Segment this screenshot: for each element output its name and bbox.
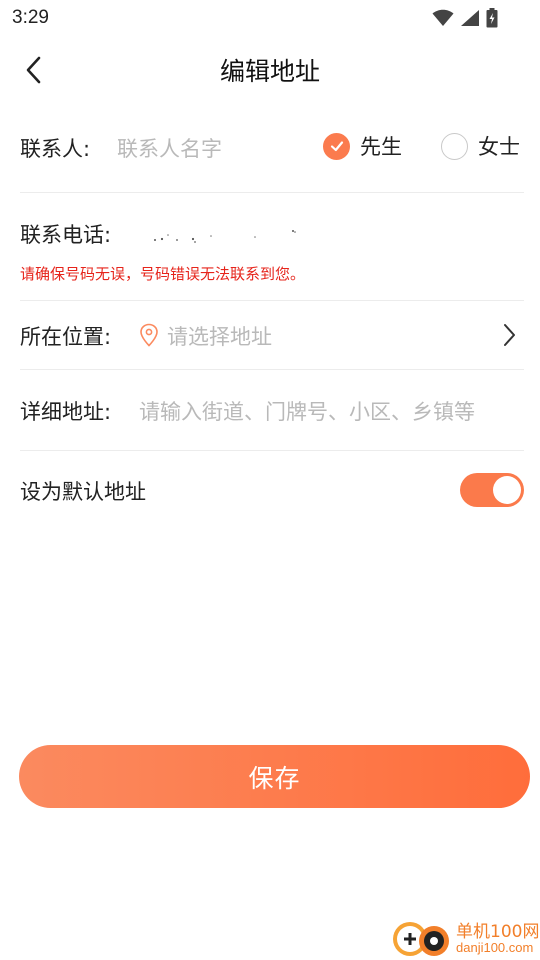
watermark-name: 单机100网 [456, 922, 540, 942]
battery-icon [486, 8, 498, 28]
phone-row: 联系电话: 请确保号码无误，号码错误无法联系到您。 [20, 205, 524, 300]
detail-address-input[interactable]: 请输入街道、门牌号、小区、乡镇等 [139, 396, 475, 426]
status-icons [432, 8, 498, 28]
signal-icon [461, 10, 479, 26]
detail-address-label: 详细地址: [20, 400, 112, 424]
detail-address-row: 详细地址: 请输入街道、门牌号、小区、乡镇等 [20, 370, 524, 450]
contact-name-input[interactable]: 联系人名字 [117, 133, 222, 163]
toggle-knob [493, 476, 521, 504]
default-address-toggle[interactable] [460, 473, 524, 507]
location-pin-icon [140, 323, 158, 347]
app-header: 编辑地址 [0, 38, 540, 100]
status-bar: 3:29 [0, 0, 540, 38]
location-select[interactable]: 请选择地址 [167, 321, 272, 351]
watermark-logo-icon [393, 922, 449, 956]
save-button[interactable]: 保存 [19, 745, 530, 808]
gender-option-female[interactable]: 女士 [441, 131, 520, 161]
page-title: 编辑地址 [219, 57, 320, 86]
gender-female-label: 女士 [478, 135, 520, 159]
phone-warning-text: 请确保号码无误，号码错误无法联系到您。 [20, 265, 306, 283]
contact-row: 联系人: 联系人名字 先生 女士 [20, 115, 524, 177]
radio-checked-icon [323, 132, 350, 160]
status-time: 3:29 [12, 7, 49, 28]
phone-input[interactable] [153, 227, 303, 245]
default-address-row: 设为默认地址 [20, 451, 524, 529]
watermark-url: danji100.com [456, 940, 534, 955]
wifi-icon [432, 9, 454, 26]
gender-option-male[interactable]: 先生 [323, 131, 402, 161]
location-row[interactable]: 所在位置: 请选择地址 [20, 301, 524, 369]
contact-label: 联系人: [20, 137, 91, 161]
watermark-logo: 单机100网 danji100.com [390, 915, 540, 960]
divider [20, 192, 524, 193]
phone-label: 联系电话: [20, 223, 112, 247]
location-label: 所在位置: [20, 325, 112, 349]
chevron-right-icon [504, 324, 515, 346]
radio-unchecked-icon [441, 132, 468, 160]
default-address-label: 设为默认地址 [20, 480, 146, 504]
gender-male-label: 先生 [360, 135, 402, 159]
